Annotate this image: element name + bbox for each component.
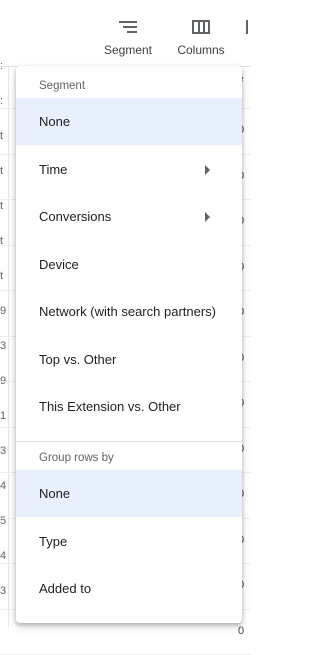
row-fragment-left: 4 bbox=[0, 480, 7, 492]
row-fragment-right: 0 bbox=[238, 624, 245, 637]
more-edge-icon bbox=[246, 20, 248, 34]
segment-item-label: Conversions bbox=[39, 209, 112, 224]
row-fragment-left: 9 bbox=[0, 305, 7, 317]
group-item-label: None bbox=[39, 486, 71, 501]
row-fragment-left: : bbox=[0, 95, 4, 107]
columns-button-label: Columns bbox=[177, 43, 225, 57]
row-fragment-left: 4 bbox=[0, 550, 7, 562]
segment-item-none[interactable]: None bbox=[16, 98, 242, 145]
segment-menu: Segment None Time Conversions Device Network… bbox=[16, 66, 242, 623]
group-item-label: Added to bbox=[39, 581, 92, 596]
column-divider bbox=[8, 66, 9, 627]
row-fragment-left: t bbox=[0, 200, 4, 212]
segment-item-time[interactable]: Time bbox=[16, 146, 242, 193]
segment-item-label: Device bbox=[39, 256, 79, 272]
segment-item-conversions[interactable]: Conversions bbox=[16, 193, 242, 240]
segment-item-label: Network (with search partners) bbox=[39, 304, 216, 319]
segment-button[interactable]: Segment bbox=[101, 20, 155, 57]
segment-item-device[interactable]: Device bbox=[16, 241, 242, 288]
segment-item-network-with-search-partners[interactable]: Network (with search partners) bbox=[16, 288, 242, 335]
row-fragment-left: t bbox=[0, 270, 4, 282]
row-fragment-left: 3 bbox=[0, 340, 7, 352]
segment-item-label: Time bbox=[39, 161, 68, 177]
segment-icon bbox=[119, 21, 137, 33]
segment-item-label: None bbox=[39, 114, 71, 129]
group-item-added-to[interactable]: Added to bbox=[16, 565, 242, 612]
group-item-none[interactable]: None bbox=[16, 470, 242, 517]
row-fragment-left: 3 bbox=[0, 585, 7, 597]
row-fragment-left: t bbox=[0, 130, 4, 142]
segment-item-this-extension-vs-other[interactable]: This Extension vs. Other bbox=[16, 383, 242, 430]
row-fragment-left: 1 bbox=[0, 410, 7, 422]
columns-icon bbox=[192, 20, 210, 34]
row-fragment-left: t bbox=[0, 165, 4, 177]
segment-item-label: This Extension vs. Other bbox=[39, 399, 181, 414]
row-fragment-left: : bbox=[0, 60, 4, 72]
segment-item-top-vs-other[interactable]: Top vs. Other bbox=[16, 336, 242, 383]
table-toolbar: Segment Columns bbox=[0, 0, 251, 67]
segment-button-label: Segment bbox=[103, 43, 153, 57]
more-toolbar-button[interactable] bbox=[246, 20, 256, 34]
segment-item-label: Top vs. Other bbox=[39, 351, 117, 367]
submenu-arrow-icon bbox=[205, 164, 210, 175]
group-item-label: Type bbox=[39, 533, 68, 549]
columns-button[interactable]: Columns bbox=[172, 20, 230, 57]
group-item-type[interactable]: Type bbox=[16, 518, 242, 565]
submenu-arrow-icon bbox=[205, 212, 210, 222]
row-fragment-left: 3 bbox=[0, 445, 7, 457]
